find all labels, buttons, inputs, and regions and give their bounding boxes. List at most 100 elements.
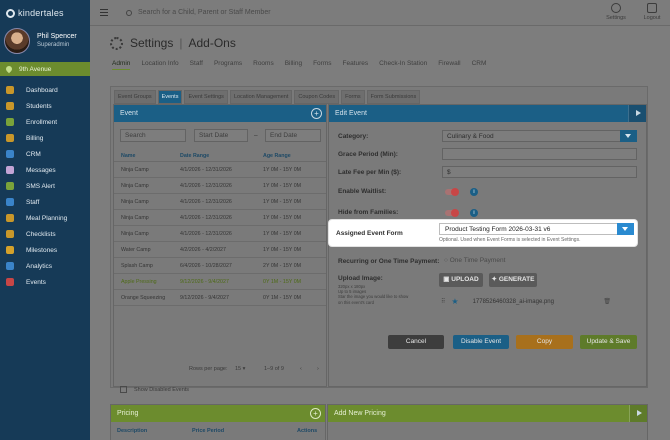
star-icon[interactable]: ★ xyxy=(451,297,458,306)
brand-logo[interactable]: kindertales xyxy=(0,0,90,26)
subtab-coupon-codes[interactable]: Coupon Codes xyxy=(294,90,340,104)
tab-forms[interactable]: Forms xyxy=(313,60,331,70)
tab-admin[interactable]: Admin xyxy=(112,60,131,70)
start-date-input[interactable]: Start Date xyxy=(194,129,248,142)
col-name[interactable]: Name xyxy=(114,153,180,159)
location-selector[interactable]: 9th Avenue xyxy=(0,62,90,76)
rows-per-page-label: Rows per page: xyxy=(189,366,228,372)
subtab-event-groups[interactable]: Event Groups xyxy=(114,90,156,104)
global-search[interactable]: Search for a Child, Parent or Staff Memb… xyxy=(126,9,271,16)
drag-handle-icon[interactable]: ⠿ xyxy=(441,298,445,305)
milestones-icon xyxy=(6,246,14,254)
date-separator: – xyxy=(254,132,258,139)
table-row[interactable]: Ninja Camp 4/1/2026 - 12/31/2026 1Y 0M - 1… xyxy=(114,194,326,210)
category-select[interactable]: Culinary & Food xyxy=(442,130,637,142)
main-nav: Dashboard Students Enrollment Billing CRM Mes… xyxy=(0,82,90,290)
avatar xyxy=(4,28,30,54)
tab-staff[interactable]: Staff xyxy=(190,60,203,70)
edit-panel-header: Edit Event xyxy=(329,105,646,122)
col-date-range[interactable]: Date Range xyxy=(180,153,263,159)
add-event-icon[interactable]: + xyxy=(311,108,322,119)
tab-crm[interactable]: CRM xyxy=(472,60,487,70)
sidebar-item-messages[interactable]: Messages xyxy=(0,162,90,178)
upload-button[interactable]: ▣ UPLOAD xyxy=(439,273,483,287)
table-row[interactable]: Water Camp 4/2/2026 - 4/2/2027 1Y 0M - 15Y… xyxy=(114,242,326,258)
one-time-radio[interactable]: ○ One Time Payment xyxy=(444,257,505,264)
prev-page-icon[interactable]: ‹ xyxy=(300,366,302,372)
info-icon[interactable]: i xyxy=(470,209,478,217)
late-fee-input[interactable]: $ xyxy=(442,166,637,178)
table-row[interactable]: Apple Pressing 9/12/2026 - 9/4/2027 0Y 1M … xyxy=(114,274,326,290)
sidebar-item-analytics[interactable]: Analytics xyxy=(0,258,90,274)
info-icon[interactable]: i xyxy=(470,188,478,196)
category-value: Culinary & Food xyxy=(447,133,494,140)
assigned-form-value: Product Testing Form 2026-03-31 v6 xyxy=(445,226,551,233)
add-pricing-icon[interactable]: + xyxy=(310,408,321,419)
search-icon xyxy=(126,9,132,16)
copy-button[interactable]: Copy xyxy=(516,335,573,349)
tab-check-in-station[interactable]: Check-In Station xyxy=(379,60,427,70)
students-icon xyxy=(6,102,14,110)
sidebar-item-sms-alert[interactable]: SMS Alert xyxy=(0,178,90,194)
subtab-form-submissions[interactable]: Form Submissions xyxy=(366,90,421,104)
table-row[interactable]: Ninja Camp 4/1/2026 - 12/31/2026 1Y 0M - 1… xyxy=(114,226,326,242)
tab-rooms[interactable]: Rooms xyxy=(253,60,274,70)
event-list-panel: Event + Search Start Date – End Date Name… xyxy=(113,104,327,393)
search-input[interactable]: Search for a Child, Parent or Staff Memb… xyxy=(138,9,271,16)
sidebar-item-staff[interactable]: Staff xyxy=(0,194,90,210)
tab-firewall[interactable]: Firewall xyxy=(438,60,460,70)
sidebar-item-milestones[interactable]: Milestones xyxy=(0,242,90,258)
end-date-input[interactable]: End Date xyxy=(265,129,321,142)
table-row[interactable]: Ninja Camp 4/1/2026 - 12/31/2026 1Y 0M - 1… xyxy=(114,210,326,226)
grace-label: Grace Period (Min): xyxy=(338,151,398,158)
tab-location-info[interactable]: Location Info xyxy=(141,60,178,70)
sidebar-item-crm[interactable]: CRM xyxy=(0,146,90,162)
next-page-icon[interactable]: › xyxy=(317,366,319,372)
logout-button[interactable]: Logout xyxy=(638,2,666,24)
show-disabled-toggle[interactable]: Show Disabled Events xyxy=(120,386,189,393)
table-cell: Ninja Camp xyxy=(121,182,149,189)
event-table: Name Date Range Age Range Ninja Camp 4/1/20… xyxy=(114,151,326,306)
update-save-button[interactable]: Update & Save xyxy=(580,335,637,349)
subtab-forms[interactable]: Forms xyxy=(341,90,365,104)
grace-input[interactable] xyxy=(442,148,637,160)
sidebar-item-dashboard[interactable]: Dashboard xyxy=(0,82,90,98)
sidebar-item-label: Analytics xyxy=(26,262,53,270)
trash-icon[interactable]: 🗑 xyxy=(603,298,611,305)
tab-programs[interactable]: Programs xyxy=(214,60,242,70)
collapse-arrow-icon[interactable] xyxy=(628,105,646,122)
table-row[interactable]: Ninja Camp 4/1/2026 - 12/31/2026 1Y 0M - 1… xyxy=(114,178,326,194)
tab-features[interactable]: Features xyxy=(342,60,368,70)
cancel-button[interactable]: Cancel xyxy=(388,335,444,349)
sidebar-item-checklists[interactable]: Checklists xyxy=(0,226,90,242)
col-age-range[interactable]: Age Range xyxy=(263,153,323,159)
sidebar-item-label: Billing xyxy=(26,134,44,142)
table-row[interactable]: Splash Camp 6/4/2026 - 10/28/2027 2Y 0M - … xyxy=(114,258,326,274)
sidebar-item-students[interactable]: Students xyxy=(0,98,90,114)
hide-families-toggle[interactable] xyxy=(445,209,459,217)
table-row[interactable]: Ninja Camp 4/1/2026 - 12/31/2026 1Y 0M - 1… xyxy=(114,162,326,178)
subtab-location-management[interactable]: Location Management xyxy=(229,90,293,104)
settings-button[interactable]: Settings xyxy=(602,2,630,24)
subtab-event-settings[interactable]: Event Settings xyxy=(184,90,228,104)
menu-icon[interactable] xyxy=(100,9,108,16)
subtab-events[interactable]: Events xyxy=(157,90,183,104)
tab-billing[interactable]: Billing xyxy=(285,60,302,70)
logo-icon xyxy=(6,8,15,18)
table-cell: Water Camp xyxy=(121,246,151,253)
sidebar-item-billing[interactable]: Billing xyxy=(0,130,90,146)
expand-arrow-icon[interactable] xyxy=(629,405,647,422)
rows-per-page-select[interactable]: 15 ▾ xyxy=(235,366,245,372)
assigned-form-select[interactable]: Product Testing Form 2026-03-31 v6 xyxy=(439,223,634,235)
sidebar-item-events[interactable]: Events xyxy=(0,274,90,290)
generate-button[interactable]: ✦ GENERATE xyxy=(489,273,537,287)
table-row[interactable]: Orange Squeezing 9/12/2026 - 9/4/2027 0Y 1… xyxy=(114,290,326,306)
event-search-input[interactable]: Search xyxy=(120,129,186,142)
user-profile[interactable]: Phil Spencer Superadmin xyxy=(0,26,90,56)
checkbox[interactable] xyxy=(120,386,127,393)
sidebar-item-label: Events xyxy=(26,278,46,286)
waitlist-toggle[interactable] xyxy=(445,188,459,196)
sidebar-item-meal-planning[interactable]: Meal Planning xyxy=(0,210,90,226)
disable-event-button[interactable]: Disable Event xyxy=(453,335,509,349)
sidebar-item-enrollment[interactable]: Enrollment xyxy=(0,114,90,130)
